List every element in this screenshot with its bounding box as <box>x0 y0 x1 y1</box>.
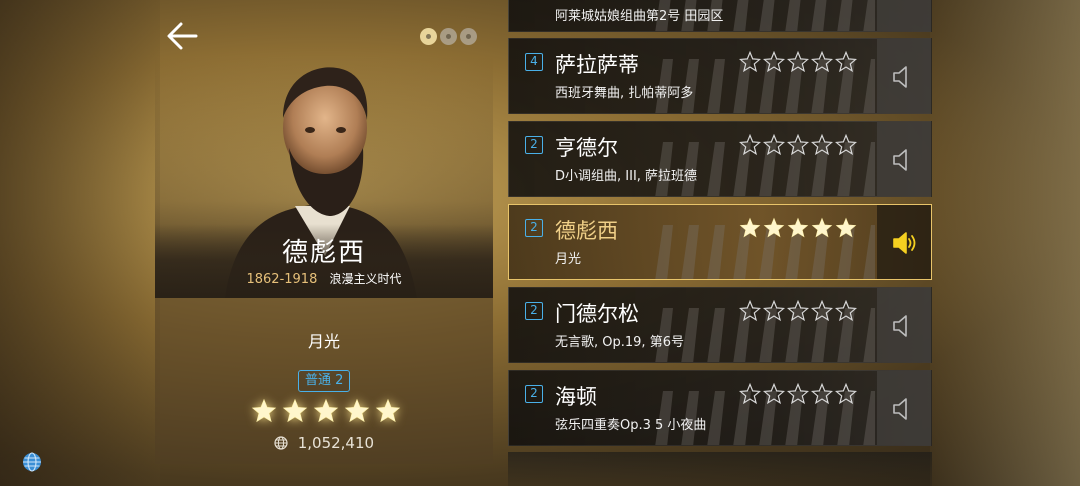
star-filled-icon <box>344 398 370 423</box>
star-empty-icon <box>787 300 809 322</box>
song-rating <box>739 300 857 322</box>
preview-audio-button[interactable] <box>877 122 931 196</box>
composer-name: 德彪西 <box>281 238 366 268</box>
page-dot-2[interactable] <box>440 28 457 45</box>
star-empty-icon <box>835 51 857 73</box>
star-empty-icon <box>739 51 761 73</box>
song-row[interactable]: 2 德彪西月光 <box>508 204 932 280</box>
globe-icon <box>23 452 41 472</box>
star-empty-icon <box>835 383 857 405</box>
play-count: 1,052,410 <box>155 434 493 452</box>
song-subtitle: D小调组曲, III, 萨拉班德 <box>555 169 698 184</box>
background-right <box>930 0 1080 486</box>
page-dot-3[interactable] <box>460 28 477 45</box>
composer-meta: 1862-1918 浪漫主义时代 <box>155 270 493 287</box>
song-row[interactable]: 2 亨德尔 D小调组曲, III, 萨拉班德 <box>508 121 932 197</box>
song-rating <box>739 383 857 405</box>
preview-audio-button[interactable] <box>877 371 931 445</box>
speaker-icon <box>893 315 907 337</box>
level-badge: 2 <box>525 219 543 237</box>
piece-rating <box>251 398 401 424</box>
song-subtitle: 西班牙舞曲, 扎帕蒂阿多 <box>555 86 694 101</box>
page-indicator <box>420 28 477 45</box>
song-subtitle: 无言歌, Op.19, 第6号 <box>555 335 684 350</box>
star-empty-icon <box>811 51 833 73</box>
song-row-partial-bottom <box>508 452 932 486</box>
star-empty-icon <box>835 134 857 156</box>
song-composer: 海顿 <box>555 385 597 409</box>
composer-card: 德彪西 1862-1918 浪漫主义时代 月光 普通 2 1,052,410 <box>155 56 493 464</box>
level-badge: 4 <box>525 53 543 71</box>
song-rating <box>739 217 857 239</box>
star-empty-icon <box>811 383 833 405</box>
star-filled-icon <box>787 217 809 238</box>
speaker-icon <box>893 66 907 88</box>
back-button[interactable] <box>164 20 200 52</box>
song-row-partial[interactable]: 阿莱城姑娘组曲第2号 田园区 <box>508 0 932 32</box>
song-rating <box>739 51 857 73</box>
song-row[interactable]: 2 海顿弦乐四重奏Op.3 5 小夜曲 <box>508 370 932 446</box>
song-composer: 德彪西 <box>555 219 618 243</box>
star-filled-icon <box>811 217 833 238</box>
star-empty-icon <box>835 300 857 322</box>
song-subtitle: 阿莱城姑娘组曲第2号 田园区 <box>555 9 724 24</box>
preview-audio-button[interactable] <box>877 0 931 31</box>
star-filled-icon <box>282 398 308 423</box>
star-empty-icon <box>787 51 809 73</box>
preview-audio-button[interactable] <box>877 205 931 279</box>
star-empty-icon <box>787 383 809 405</box>
page-dot-1[interactable] <box>420 28 437 45</box>
star-filled-icon <box>375 398 401 423</box>
star-empty-icon <box>763 134 785 156</box>
song-list[interactable]: 阿莱城姑娘组曲第2号 田园区 4 萨拉萨蒂西班牙舞曲, 扎帕蒂阿多 2 亨德尔 D小调组曲… <box>508 0 932 486</box>
preview-audio-button[interactable] <box>877 39 931 113</box>
star-empty-icon <box>763 383 785 405</box>
star-empty-icon <box>763 51 785 73</box>
speaker-icon <box>893 398 907 420</box>
star-empty-icon <box>763 300 785 322</box>
star-empty-icon <box>739 383 761 405</box>
star-filled-icon <box>835 217 857 238</box>
preview-audio-button[interactable] <box>877 288 931 362</box>
star-empty-icon <box>739 300 761 322</box>
star-filled-icon <box>763 217 785 238</box>
level-badge: 2 <box>525 385 543 403</box>
star-empty-icon <box>739 134 761 156</box>
star-filled-icon <box>739 217 761 238</box>
composer-era: 浪漫主义时代 <box>329 272 402 286</box>
song-subtitle: 弦乐四重奏Op.3 5 小夜曲 <box>555 418 707 433</box>
composer-years: 1862-1918 <box>246 272 318 287</box>
song-rating <box>739 134 857 156</box>
song-row[interactable]: 4 萨拉萨蒂西班牙舞曲, 扎帕蒂阿多 <box>508 38 932 114</box>
globe-icon <box>274 436 288 450</box>
star-filled-icon <box>313 398 339 423</box>
star-empty-icon <box>811 134 833 156</box>
song-composer: 亨德尔 <box>555 136 618 160</box>
background-left <box>0 0 160 486</box>
speaker-icon <box>893 232 916 254</box>
selected-piece-title: 月光 <box>307 332 340 351</box>
difficulty-badge: 普通 2 <box>298 370 351 392</box>
speaker-icon <box>893 149 907 171</box>
level-badge: 2 <box>525 302 543 320</box>
level-badge: 2 <box>525 136 543 154</box>
star-filled-icon <box>251 398 277 423</box>
arrow-left-icon <box>167 22 198 50</box>
language-button[interactable] <box>22 452 42 472</box>
song-row[interactable]: 2 门德尔松无言歌, Op.19, 第6号 <box>508 287 932 363</box>
play-count-value: 1,052,410 <box>297 434 375 452</box>
star-empty-icon <box>787 134 809 156</box>
song-subtitle: 月光 <box>555 252 582 267</box>
star-empty-icon <box>811 300 833 322</box>
song-composer: 萨拉萨蒂 <box>555 53 639 77</box>
song-composer: 门德尔松 <box>555 302 639 326</box>
